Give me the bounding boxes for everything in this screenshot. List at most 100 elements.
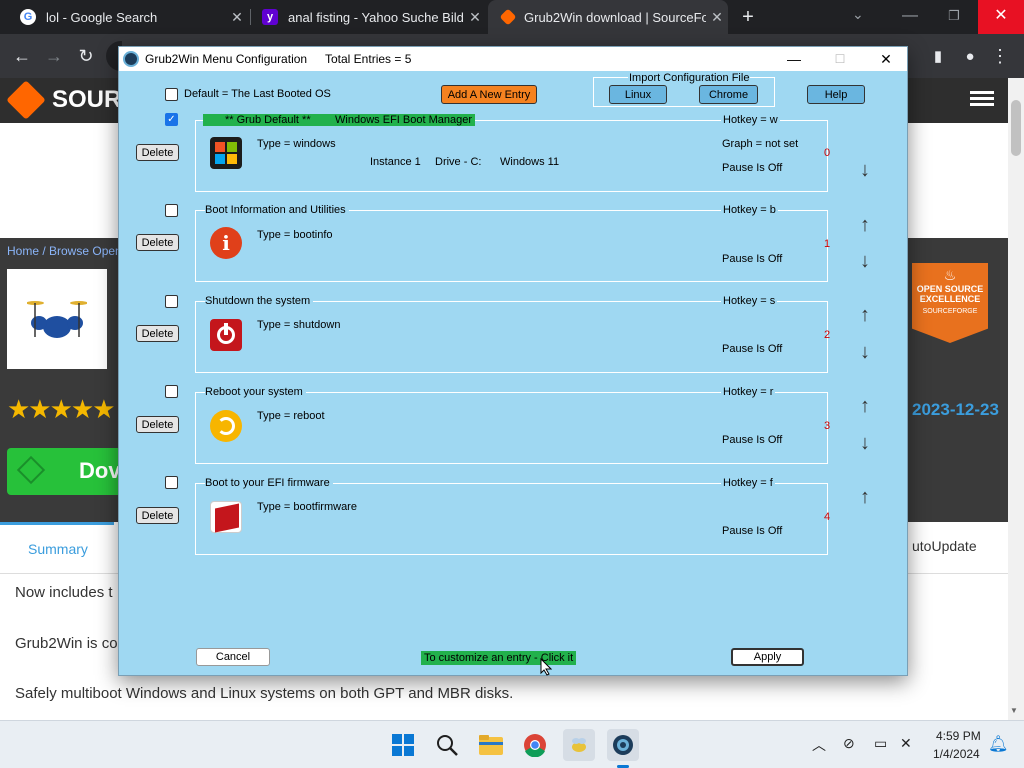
- entry-index-3: 3: [824, 420, 831, 432]
- efi-firmware-icon: [210, 501, 242, 533]
- chrome-icon[interactable]: [519, 729, 551, 761]
- entry-checkbox-3[interactable]: [165, 385, 178, 398]
- dialog-minimize-icon[interactable]: —: [771, 47, 817, 71]
- entry-instance-0: Instance 1: [370, 156, 421, 168]
- download-button[interactable]: Dov: [7, 448, 127, 495]
- clock-time[interactable]: 4:59 PM: [936, 729, 981, 743]
- entry-hotkey-4: Hotkey = f: [721, 477, 775, 489]
- delete-entry-button-4[interactable]: Delete: [136, 507, 179, 524]
- display-icon[interactable]: ▭: [874, 735, 887, 752]
- dialog-close-icon[interactable]: ✕: [863, 47, 909, 71]
- entry-frame-1[interactable]: [195, 210, 828, 282]
- move-up-icon-1[interactable]: ↑: [858, 215, 872, 235]
- search-icon[interactable]: [431, 729, 463, 761]
- entry-pause-1: Pause Is Off: [722, 253, 783, 265]
- grub2win-app-icon: [123, 51, 139, 67]
- move-down-icon-2[interactable]: ↓: [858, 342, 872, 362]
- window-title-bar[interactable]: Grub2Win Menu Configuration Total Entrie…: [119, 47, 907, 71]
- grub2win-installer-icon[interactable]: [563, 729, 595, 761]
- close-tab-icon[interactable]: ✕: [706, 9, 728, 26]
- scrollbar-thumb[interactable]: [1011, 100, 1021, 156]
- description-paragraph-1: Now includes t: [15, 584, 113, 601]
- entry-type-3: Type = reboot: [257, 410, 325, 422]
- notification-bell-icon[interactable]: 🔔︎: [988, 734, 1008, 754]
- help-button[interactable]: Help: [807, 85, 865, 104]
- windows-start-icon[interactable]: [387, 729, 419, 761]
- tab-google-search[interactable]: G lol - Google Search ✕: [8, 0, 248, 34]
- tab-grub2win[interactable]: Grub2Win download | SourceFo ✕: [488, 0, 728, 34]
- entry-checkbox-2[interactable]: [165, 295, 178, 308]
- delete-entry-button-1[interactable]: Delete: [136, 234, 179, 251]
- hamburger-menu-icon[interactable]: [970, 88, 994, 112]
- entry-title-0[interactable]: ** Grub Default ** Windows EFI Boot Mana…: [203, 114, 475, 126]
- move-up-icon-2[interactable]: ↑: [858, 305, 872, 325]
- default-last-booted-checkbox[interactable]: [165, 88, 178, 101]
- entry-checkbox-0[interactable]: ✓: [165, 113, 178, 126]
- cancel-button[interactable]: Cancel: [196, 648, 270, 666]
- tab-title: anal fisting - Yahoo Suche Bildsu: [288, 9, 464, 25]
- back-icon[interactable]: ←: [8, 42, 36, 70]
- tab-title: Grub2Win download | SourceFo: [524, 9, 706, 25]
- close-tab-icon[interactable]: ✕: [464, 9, 486, 26]
- page-scrollbar[interactable]: ▼: [1008, 78, 1024, 720]
- delete-entry-button-2[interactable]: Delete: [136, 325, 179, 342]
- reload-icon[interactable]: ↻: [72, 42, 100, 70]
- scroll-down-icon[interactable]: ▼: [1010, 706, 1018, 715]
- clock-date[interactable]: 1/4/2024: [933, 747, 980, 761]
- new-tab-button[interactable]: +: [736, 5, 760, 29]
- file-explorer-icon[interactable]: [475, 729, 507, 761]
- volume-muted-icon[interactable]: ✕: [900, 735, 912, 752]
- delete-entry-button-3[interactable]: Delete: [136, 416, 179, 433]
- show-hidden-icons-icon[interactable]: ︿: [812, 735, 826, 755]
- move-down-icon-3[interactable]: ↓: [858, 433, 872, 453]
- mouse-cursor-icon: [540, 657, 553, 681]
- apply-button[interactable]: Apply: [731, 648, 804, 666]
- grub2win-app-taskbar-icon[interactable]: [607, 729, 639, 761]
- entry-index-1: 1: [824, 238, 831, 250]
- breadcrumb[interactable]: Home / Browse Open: [7, 244, 122, 258]
- dialog-maximize-icon[interactable]: ☐: [817, 47, 863, 71]
- side-panel-icon[interactable]: ▮: [924, 42, 952, 70]
- entry-hotkey-3: Hotkey = r: [721, 386, 776, 398]
- import-linux-button[interactable]: Linux: [609, 85, 667, 104]
- entry-frame-4[interactable]: [195, 483, 828, 555]
- download-icon: [16, 455, 46, 485]
- entry-title-1[interactable]: Boot Information and Utilities: [205, 204, 349, 216]
- import-chrome-button[interactable]: Chrome: [699, 85, 758, 104]
- move-down-icon-1[interactable]: ↓: [858, 251, 872, 271]
- tab-yahoo-search[interactable]: y anal fisting - Yahoo Suche Bildsu ✕: [250, 0, 486, 34]
- entry-pause-0: Pause Is Off: [722, 162, 783, 174]
- description-paragraph-3: Safely multiboot Windows and Linux syste…: [15, 685, 514, 702]
- add-new-entry-button[interactable]: Add A New Entry: [441, 85, 537, 104]
- tab-summary[interactable]: Summary: [0, 522, 114, 574]
- close-tab-icon[interactable]: ✕: [226, 9, 248, 26]
- badge-flame-icon: ♨: [943, 267, 957, 283]
- entry-type-1: Type = bootinfo: [257, 229, 333, 241]
- entry-frame-3[interactable]: [195, 392, 828, 464]
- browser-tab-strip: G lol - Google Search ✕ y anal fisting -…: [0, 0, 1024, 34]
- entry-frame-2[interactable]: [195, 301, 828, 373]
- entry-title-4[interactable]: Boot to your EFI firmware: [205, 477, 333, 489]
- reboot-icon: [210, 410, 242, 442]
- entry-type-2: Type = shutdown: [257, 319, 341, 331]
- sourceforge-icon: [499, 8, 517, 26]
- restore-icon[interactable]: ❐: [940, 2, 968, 30]
- minimize-icon[interactable]: —: [896, 2, 924, 30]
- entry-title-2[interactable]: Shutdown the system: [205, 295, 314, 307]
- entry-checkbox-4[interactable]: [165, 476, 178, 489]
- move-up-icon-4[interactable]: ↑: [858, 487, 872, 507]
- windows-logo-icon: [210, 137, 242, 169]
- forward-icon[interactable]: →: [40, 42, 68, 70]
- entry-checkbox-1[interactable]: [165, 204, 178, 217]
- close-window-button[interactable]: ✕: [978, 0, 1024, 34]
- move-up-icon-3[interactable]: ↑: [858, 396, 872, 416]
- tab-autoupdate[interactable]: utoUpdate: [912, 538, 977, 554]
- entry-title-3[interactable]: Reboot your system: [205, 386, 306, 398]
- network-icon[interactable]: ⊘: [843, 735, 855, 752]
- delete-entry-button-0[interactable]: Delete: [136, 144, 179, 161]
- menu-icon[interactable]: ⋮: [986, 42, 1014, 70]
- tab-search-icon[interactable]: ⌄: [852, 6, 864, 23]
- yahoo-icon: y: [262, 9, 278, 25]
- move-down-icon-0[interactable]: ↓: [858, 160, 872, 180]
- profile-icon[interactable]: ●: [956, 42, 984, 70]
